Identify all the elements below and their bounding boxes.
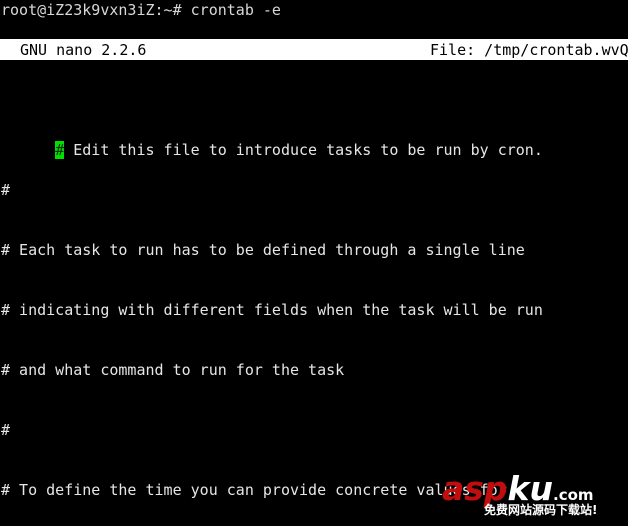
nano-version-label: GNU nano 2.2.6 (20, 41, 147, 59)
editor-line[interactable]: # and what command to run for the task (0, 360, 628, 380)
editor-line[interactable]: # indicating with different fields when … (0, 300, 628, 320)
text-cursor: # (55, 141, 65, 159)
nano-text-area[interactable]: # Edit this file to introduce tasks to b… (0, 80, 628, 526)
nano-title-bar: GNU nano 2.2.6 File: /tmp/crontab.wvQJ (0, 39, 628, 60)
editor-line[interactable]: # (0, 180, 628, 200)
editor-line[interactable]: # (0, 420, 628, 440)
editor-line[interactable]: # Edit this file to introduce tasks to b… (0, 120, 628, 159)
terminal-window: root@iZ23k9vxn3iZ:~# crontab -e GNU nano… (0, 0, 628, 526)
editor-line[interactable]: # Each task to run has to be defined thr… (0, 240, 628, 260)
shell-prompt-line: root@iZ23k9vxn3iZ:~# crontab -e (1, 1, 281, 19)
nano-file-label: File: /tmp/crontab.wvQJ (430, 41, 628, 59)
editor-line[interactable]: # To define the time you can provide con… (0, 480, 628, 500)
editor-line-text: Edit this file to introduce tasks to be … (64, 141, 543, 159)
